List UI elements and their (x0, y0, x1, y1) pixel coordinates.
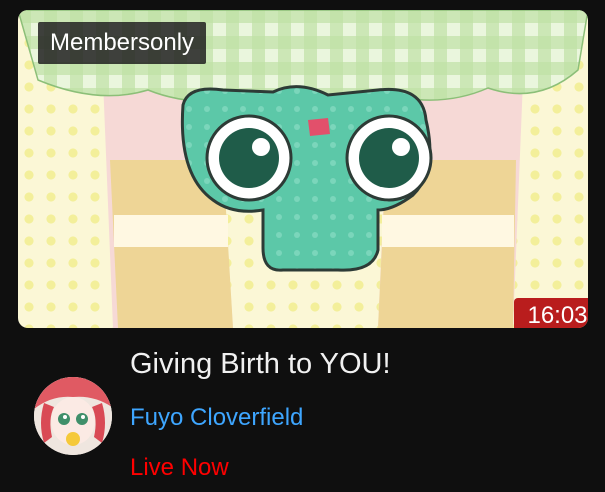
video-thumbnail[interactable]: Membersonly 16:03 (18, 10, 588, 328)
video-title[interactable]: Giving Birth to YOU! (130, 346, 391, 382)
channel-avatar[interactable] (34, 377, 112, 455)
members-only-badge: Membersonly (38, 22, 207, 64)
video-card[interactable]: Membersonly 16:03 Giving Birth to YOU! F… (0, 0, 605, 492)
channel-name-link[interactable]: Fuyo Cloverfield (130, 402, 303, 434)
live-status: Live Now (130, 454, 229, 481)
avatar-image (34, 377, 112, 455)
duration-badge: 16:03 (514, 298, 588, 328)
